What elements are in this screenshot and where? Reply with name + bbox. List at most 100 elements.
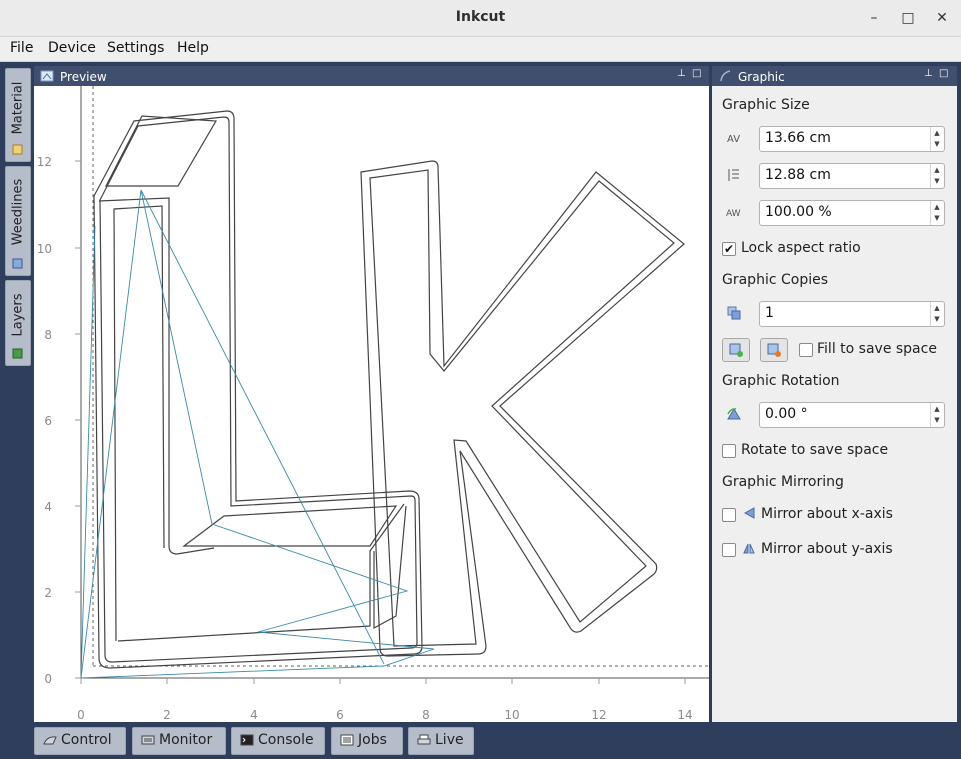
jobs-icon <box>340 734 354 746</box>
tab-layers[interactable]: Layers <box>5 280 31 366</box>
lock-aspect-label: Lock aspect ratio <box>741 240 861 256</box>
x-tick-label: 2 <box>163 708 171 722</box>
spin-up-icon[interactable]: ▲ <box>932 128 942 138</box>
preview-icon <box>40 70 54 82</box>
spin-down-icon[interactable]: ▼ <box>932 176 942 186</box>
scale-spinbox[interactable]: 100.00 % ▲ ▼ <box>759 200 945 226</box>
x-tick-label: 12 <box>591 708 606 722</box>
spin-down-icon[interactable]: ▼ <box>932 415 942 425</box>
mirror-x-label: Mirror about x-axis <box>761 506 893 522</box>
remove-copy-button[interactable] <box>760 338 788 362</box>
tab-weedlines-label: Weedlines <box>10 179 26 246</box>
height-value: 12.88 cm <box>765 167 831 183</box>
spin-up-icon[interactable]: ▲ <box>932 202 942 212</box>
pin-icon[interactable]: ⊥ <box>924 69 934 79</box>
close-button[interactable]: ✕ <box>932 8 952 28</box>
copies-value: 1 <box>765 305 774 321</box>
mirror-y-label: Mirror about y-axis <box>761 541 893 557</box>
tab-monitor[interactable]: Monitor <box>132 727 226 755</box>
add-copy-button[interactable] <box>722 338 750 362</box>
tab-jobs[interactable]: Jobs <box>331 727 403 755</box>
graphic-size-header: Graphic Size <box>722 97 810 113</box>
tab-control[interactable]: Control <box>34 727 126 755</box>
preview-canvas[interactable]: 0 2 4 6 8 10 12 14 0 2 4 6 8 10 12 <box>34 86 709 722</box>
y-tick-label: 0 <box>44 672 52 686</box>
tab-control-label: Control <box>61 732 112 748</box>
rotation-spinbox[interactable]: 0.00 ° ▲ ▼ <box>759 402 945 428</box>
lock-aspect-checkbox[interactable]: ✔ <box>722 242 736 256</box>
control-icon <box>43 736 57 745</box>
graphic-icon <box>720 70 731 82</box>
spin-down-icon[interactable]: ▼ <box>932 213 942 223</box>
monitor-icon <box>141 735 155 745</box>
tab-console[interactable]: Console <box>231 727 325 755</box>
x-axis: 0 2 4 6 8 10 12 14 <box>77 678 693 722</box>
mirror-x-icon <box>743 507 755 519</box>
title-bar: Inkcut – □ ✕ <box>0 0 961 37</box>
mirror-y-icon <box>743 543 755 554</box>
menu-file[interactable]: File <box>10 40 33 56</box>
spin-up-icon[interactable]: ▲ <box>932 165 942 175</box>
scale-icon: AW <box>726 209 741 219</box>
maximize-button[interactable]: □ <box>898 8 918 28</box>
copies-icon <box>727 306 741 320</box>
x-tick-label: 10 <box>504 708 519 722</box>
y-tick-label: 12 <box>37 155 52 169</box>
spin-up-icon[interactable]: ▲ <box>932 404 942 414</box>
material-icon <box>12 144 23 155</box>
float-icon[interactable]: □ <box>939 69 949 79</box>
x-tick-label: 14 <box>677 708 692 722</box>
width-spinbox[interactable]: 13.66 cm ▲ ▼ <box>759 126 945 152</box>
tab-weedlines[interactable]: Weedlines <box>5 166 31 276</box>
y-tick-label: 6 <box>44 414 52 428</box>
y-tick-label: 4 <box>44 500 52 514</box>
tab-material[interactable]: Material <box>5 68 31 162</box>
spin-down-icon[interactable]: ▼ <box>932 314 942 324</box>
fill-space-label: Fill to save space <box>817 341 937 357</box>
menu-bar: File Device Settings Help <box>0 37 961 62</box>
layers-icon <box>12 348 23 359</box>
window-title: Inkcut <box>455 9 506 25</box>
graphic-panel: Graphic Size AV 13.66 cm ▲ ▼ 12.88 cm ▲ … <box>712 86 957 722</box>
printer-icon <box>417 734 431 745</box>
mirror-y-checkbox[interactable] <box>722 543 736 557</box>
minimize-button[interactable]: – <box>864 8 884 28</box>
svg-text:AW: AW <box>726 209 741 219</box>
graphic-copies-header: Graphic Copies <box>722 272 829 288</box>
preview-plot[interactable]: 0 2 4 6 8 10 12 14 0 2 4 6 8 10 12 <box>34 86 709 722</box>
left-dock-tabs: Material Weedlines Layers <box>0 62 32 727</box>
height-icon <box>728 169 739 181</box>
x-tick-label: 0 <box>77 708 85 722</box>
mirror-x-checkbox[interactable] <box>722 508 736 522</box>
menu-help[interactable]: Help <box>177 40 209 56</box>
graphic-dock-title: Graphic ⊥ □ <box>712 66 957 88</box>
rotation-value: 0.00 ° <box>765 406 808 422</box>
copies-spinbox[interactable]: 1 ▲ ▼ <box>759 301 945 327</box>
tab-live-label: Live <box>435 732 464 748</box>
spin-up-icon[interactable]: ▲ <box>932 303 942 313</box>
svg-text:AV: AV <box>727 134 740 145</box>
graphic-rotation-header: Graphic Rotation <box>722 373 840 389</box>
console-icon <box>240 734 254 746</box>
pin-icon[interactable]: ⊥ <box>677 69 687 79</box>
fill-space-checkbox[interactable] <box>799 343 813 357</box>
y-axis: 0 2 4 6 8 10 12 <box>37 155 81 686</box>
menu-settings[interactable]: Settings <box>107 40 164 56</box>
menu-device[interactable]: Device <box>48 40 96 56</box>
scale-value: 100.00 % <box>765 204 832 220</box>
tab-live[interactable]: Live <box>408 727 474 755</box>
graphic-mirroring-header: Graphic Mirroring <box>722 474 844 490</box>
height-spinbox[interactable]: 12.88 cm ▲ ▼ <box>759 163 945 189</box>
preview-title: Preview <box>60 70 107 84</box>
float-icon[interactable]: □ <box>692 69 702 79</box>
y-tick-label: 2 <box>44 586 52 600</box>
rotate-space-label: Rotate to save space <box>741 442 889 458</box>
tab-monitor-label: Monitor <box>159 732 213 748</box>
y-tick-label: 10 <box>37 242 52 256</box>
rotate-space-checkbox[interactable] <box>722 444 736 458</box>
preview-dock-title: Preview ⊥ □ <box>34 66 709 88</box>
rotation-icon <box>727 408 741 420</box>
spin-down-icon[interactable]: ▼ <box>932 139 942 149</box>
tab-layers-label: Layers <box>10 293 26 337</box>
weedlines-icon <box>12 258 23 269</box>
